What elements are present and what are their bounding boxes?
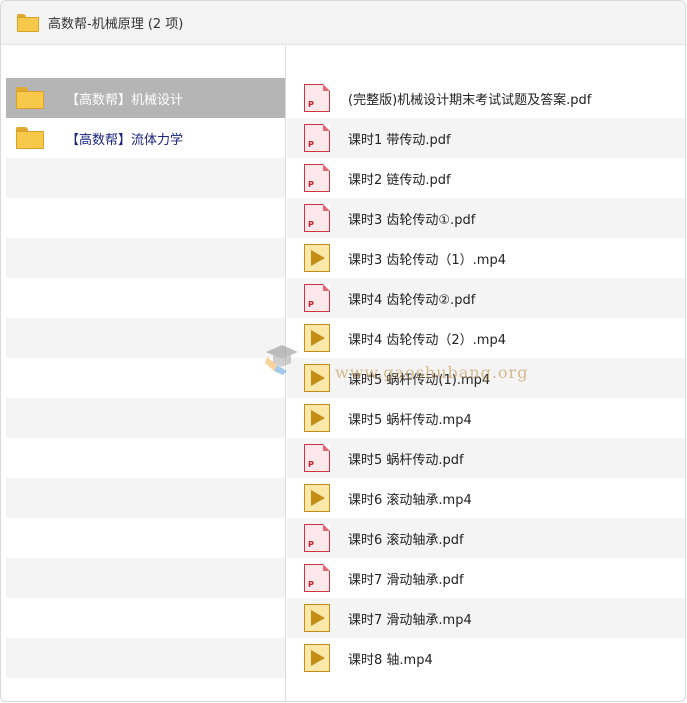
file-list-pane[interactable]: P (完整版)机械设计期末考试试题及答案.pdf P 课时1 带传动.pdf P 课时2 … (287, 46, 685, 701)
file-name: 课时6 滚动轴承.pdf (348, 532, 464, 548)
window-title: 高数帮-机械原理 (2 项) (48, 17, 184, 32)
empty-row (6, 438, 285, 478)
video-file-icon (304, 364, 330, 392)
file-name: 课时7 滑动轴承.mp4 (348, 612, 472, 628)
file-name: 课时4 齿轮传动②.pdf (348, 292, 476, 308)
file-row[interactable]: P 课时4 齿轮传动②.pdf (287, 278, 685, 318)
file-row[interactable]: P 课时5 蜗杆传动.pdf (287, 438, 685, 478)
empty-row (6, 358, 285, 398)
folder-item[interactable]: 【高数帮】流体力学 (6, 118, 285, 158)
empty-row (6, 638, 285, 678)
folder-item-label: 【高数帮】机械设计 (66, 92, 184, 108)
file-name: 课时4 齿轮传动（2）.mp4 (348, 332, 506, 348)
file-name: 课时1 带传动.pdf (348, 132, 451, 148)
empty-row (6, 278, 285, 318)
file-row[interactable]: 课时6 滚动轴承.mp4 (287, 478, 685, 518)
file-row[interactable]: P 课时2 链传动.pdf (287, 158, 685, 198)
file-name: 课时5 蜗杆传动(1).mp4 (348, 372, 491, 388)
file-name: 课时5 蜗杆传动.mp4 (348, 412, 472, 428)
folder-item-label: 【高数帮】流体力学 (66, 132, 184, 148)
file-row[interactable]: P 课时3 齿轮传动①.pdf (287, 198, 685, 238)
folder-item[interactable]: 【高数帮】机械设计 (6, 78, 285, 118)
file-row[interactable]: 课时3 齿轮传动（1）.mp4 (287, 238, 685, 278)
empty-row (6, 398, 285, 438)
file-row[interactable]: P 课时7 滑动轴承.pdf (287, 558, 685, 598)
pdf-file-icon: P (304, 164, 330, 192)
file-row[interactable]: P 课时6 滚动轴承.pdf (287, 518, 685, 558)
file-name: (完整版)机械设计期末考试试题及答案.pdf (348, 92, 592, 108)
file-row[interactable]: P 课时1 带传动.pdf (287, 118, 685, 158)
empty-row (6, 318, 285, 358)
video-file-icon (304, 604, 330, 632)
video-file-icon (304, 244, 330, 272)
file-name: 课时8 轴.mp4 (348, 652, 433, 668)
file-name: 课时3 齿轮传动（1）.mp4 (348, 252, 506, 268)
empty-row (6, 598, 285, 638)
file-name: 课时3 齿轮传动①.pdf (348, 212, 476, 228)
pdf-file-icon: P (304, 564, 330, 592)
file-name: 课时5 蜗杆传动.pdf (348, 452, 464, 468)
pdf-file-icon: P (304, 524, 330, 552)
file-row[interactable]: 课时8 轴.mp4 (287, 638, 685, 678)
file-row[interactable]: 课时5 蜗杆传动(1).mp4 (287, 358, 685, 398)
empty-row (6, 518, 285, 558)
empty-row (6, 158, 285, 198)
empty-row (6, 558, 285, 598)
file-row[interactable]: P (完整版)机械设计期末考试试题及答案.pdf (287, 78, 685, 118)
file-name: 课时2 链传动.pdf (348, 172, 451, 188)
empty-row (6, 478, 285, 518)
folder-list-pane[interactable]: 【高数帮】机械设计 【高数帮】流体力学 (1, 46, 286, 701)
file-name: 课时7 滑动轴承.pdf (348, 572, 464, 588)
video-file-icon (304, 644, 330, 672)
title-bar: 高数帮-机械原理 (2 项) (1, 1, 685, 45)
video-file-icon (304, 484, 330, 512)
folder-icon (17, 13, 39, 32)
file-browser-window: 高数帮-机械原理 (2 项) 【高数帮】机械设计 【高数帮】流体力学 P (完整版)… (0, 0, 686, 702)
file-name: 课时6 滚动轴承.mp4 (348, 492, 472, 508)
file-row[interactable]: 课时5 蜗杆传动.mp4 (287, 398, 685, 438)
video-file-icon (304, 404, 330, 432)
pdf-file-icon: P (304, 444, 330, 472)
folder-icon (16, 127, 44, 149)
pdf-file-icon: P (304, 284, 330, 312)
file-row[interactable]: 课时7 滑动轴承.mp4 (287, 598, 685, 638)
pdf-file-icon: P (304, 204, 330, 232)
pdf-file-icon: P (304, 84, 330, 112)
empty-row (6, 198, 285, 238)
folder-icon (16, 87, 44, 109)
pdf-file-icon: P (304, 124, 330, 152)
empty-row (6, 238, 285, 278)
file-row[interactable]: 课时4 齿轮传动（2）.mp4 (287, 318, 685, 358)
video-file-icon (304, 324, 330, 352)
